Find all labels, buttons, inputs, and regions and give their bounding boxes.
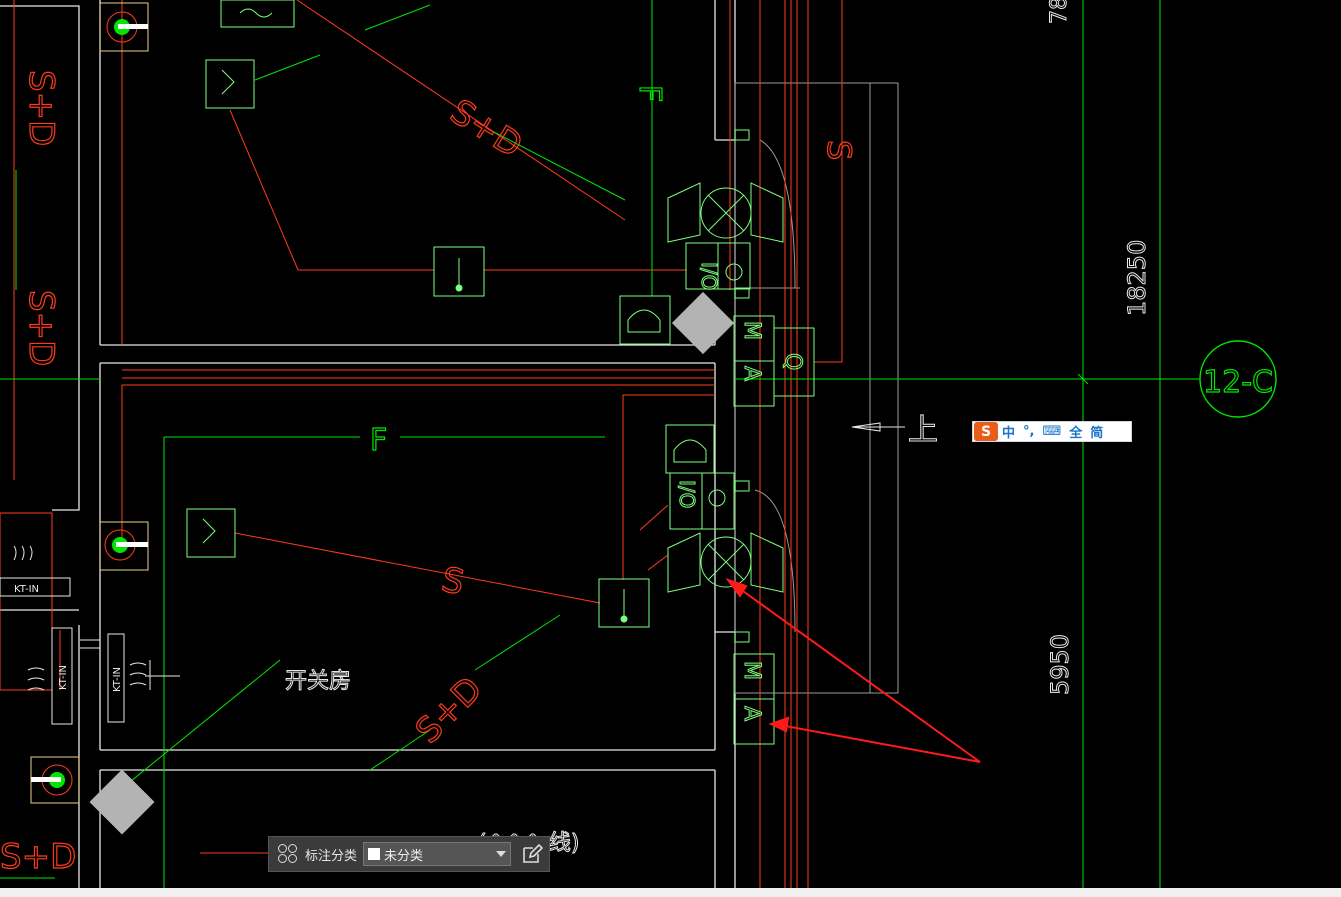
category-checkbox[interactable]	[368, 848, 381, 860]
ime-fullwidth-toggle[interactable]: 全	[1065, 422, 1086, 441]
label-m-upper: M	[739, 321, 764, 340]
cad-canvas[interactable]: S+D S S+D S+D S+D S+D S F F 78 18250 595…	[0, 0, 1341, 888]
ime-punct-toggle[interactable]: °,	[1019, 424, 1038, 439]
svg-text:I/O: I/O	[675, 480, 699, 508]
chevron-down-icon[interactable]	[496, 851, 507, 857]
up-arrow-label: 上	[908, 413, 938, 448]
label-f-top: F	[632, 85, 667, 102]
svg-text:12-C: 12-C	[1203, 365, 1273, 400]
label-m-lower: M	[739, 661, 764, 680]
room-label: 开关房	[285, 669, 351, 694]
label-sd-left2: S+D	[21, 290, 61, 366]
kt-label-1: KT-IN	[14, 584, 39, 595]
kt-label-3: KT-IN	[112, 667, 123, 692]
label-sd-left1: S+D	[21, 70, 61, 146]
label-a-upper: A	[739, 366, 764, 381]
label-sd-bottom: S+D	[0, 837, 76, 877]
ime-keyboard-icon[interactable]: ⌨	[1038, 424, 1065, 439]
svg-text:I/O: I/O	[697, 262, 721, 290]
label-s-stair: S	[820, 140, 858, 160]
ime-toolbar[interactable]: S 中 °, ⌨ 全 简	[972, 421, 1132, 442]
annotation-category-label: 标注分类	[305, 848, 358, 864]
category-selected-value: 未分类	[384, 848, 424, 864]
dimension-5950: 5950	[1046, 634, 1074, 695]
ime-lang-toggle[interactable]: 中	[998, 422, 1019, 441]
grid-icon[interactable]	[277, 843, 299, 865]
label-f-mid: F	[370, 423, 387, 458]
ime-simplified-toggle[interactable]: 简	[1086, 422, 1107, 441]
sogou-logo-icon[interactable]: S	[974, 422, 998, 441]
label-a-lower: A	[739, 706, 764, 721]
annotation-category-select[interactable]: 未分类	[363, 842, 512, 866]
dimension-18250: 18250	[1123, 240, 1151, 316]
status-strip	[0, 888, 1341, 897]
label-q: Q	[780, 353, 805, 370]
kt-label-2: KT-IN	[58, 665, 69, 690]
annotation-toolbar: 标注分类 未分类	[268, 836, 550, 872]
dimension-78: 78	[1047, 0, 1072, 24]
edit-icon[interactable]	[521, 843, 544, 865]
